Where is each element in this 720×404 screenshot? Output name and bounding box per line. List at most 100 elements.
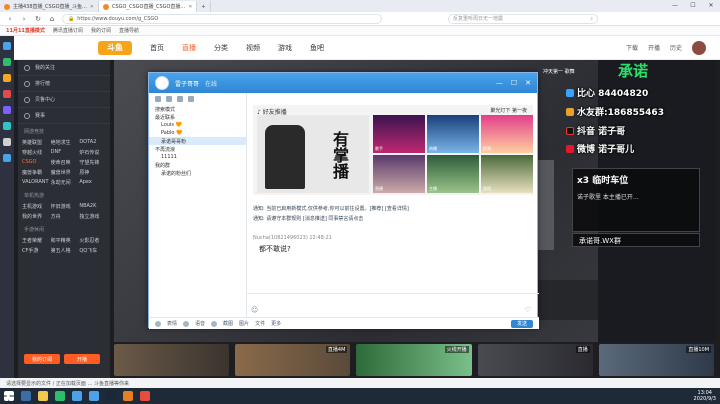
search-input[interactable]: 反复重听周日无一地震 ⌕: [448, 13, 598, 24]
category-link[interactable]: 守望先锋: [79, 159, 106, 166]
voice-icon[interactable]: [183, 320, 190, 327]
banner-thumb[interactable]: 游戏: [481, 155, 533, 193]
new-tab-button[interactable]: +: [197, 1, 211, 12]
app-icon[interactable]: [3, 154, 11, 162]
stream-thumb[interactable]: 直播10M: [598, 344, 715, 376]
avatar[interactable]: [692, 40, 706, 55]
tool-label[interactable]: 图片: [239, 320, 249, 327]
category-link[interactable]: 魔兽世界: [51, 169, 78, 176]
emoji-icon[interactable]: [155, 320, 161, 327]
banner-thumb[interactable]: 直播: [373, 155, 425, 193]
sidebar-item-follow[interactable]: 我的关注: [18, 60, 110, 76]
tool-label[interactable]: 文件: [255, 320, 265, 327]
tool-label[interactable]: 更多: [271, 320, 281, 327]
system-clock[interactable]: 13:04 2020/9/3: [694, 390, 716, 402]
history-link[interactable]: 历史: [670, 43, 682, 52]
stream-thumb[interactable]: 直播4M: [235, 344, 351, 376]
category-link[interactable]: QQ飞车: [79, 247, 106, 254]
qq-icon[interactable]: [89, 391, 99, 401]
contact-node[interactable]: 11111: [149, 153, 246, 161]
contact-icon[interactable]: [155, 96, 161, 102]
contact-node[interactable]: 不再流浪: [149, 145, 246, 153]
message-icon[interactable]: [177, 96, 183, 102]
tool-label[interactable]: 语音: [195, 320, 205, 327]
app-icon[interactable]: [3, 138, 11, 146]
category-link[interactable]: 炉石传说: [79, 149, 106, 156]
category-link[interactable]: 火影忍者: [79, 237, 106, 244]
category-link[interactable]: DOTA2: [79, 139, 106, 146]
nav-category[interactable]: 分类: [214, 43, 228, 53]
nav-home[interactable]: 首页: [150, 43, 164, 53]
app-icon[interactable]: [3, 74, 11, 82]
app-icon[interactable]: [3, 58, 11, 66]
download-link[interactable]: 下载: [626, 43, 638, 52]
contact-node[interactable]: Pablo 🧡: [149, 129, 246, 137]
send-button[interactable]: 发送: [511, 319, 533, 328]
bookmark-item[interactable]: 我的订阅: [91, 27, 111, 34]
wechat-icon[interactable]: [55, 391, 65, 401]
start-live-button[interactable]: 开播: [64, 354, 100, 364]
category-link[interactable]: CF手游: [22, 247, 49, 254]
category-link[interactable]: 方舟: [51, 213, 78, 220]
maximize-icon[interactable]: ☐: [684, 0, 702, 12]
group-icon[interactable]: [166, 96, 172, 102]
app-icon[interactable]: [3, 106, 11, 114]
like-icon[interactable]: ♡: [525, 306, 531, 314]
minimize-icon[interactable]: —: [666, 0, 684, 12]
tool-label[interactable]: 表情: [167, 320, 177, 327]
sidebar-item-rank[interactable]: 排行榜: [18, 76, 110, 92]
app-icon[interactable]: [3, 42, 11, 50]
category-link[interactable]: 英雄联盟: [22, 139, 49, 146]
category-link[interactable]: 原神: [79, 169, 106, 176]
stream-thumb[interactable]: 直播: [477, 344, 593, 376]
douyu-logo[interactable]: 斗鱼: [98, 40, 132, 55]
category-link[interactable]: 永劫无间: [51, 179, 78, 186]
banner-main-image[interactable]: 有掌播: [257, 115, 369, 193]
category-link[interactable]: 第五人格: [51, 247, 78, 254]
back-icon[interactable]: ‹: [6, 15, 14, 23]
emoji-icon[interactable]: ☺: [251, 306, 258, 314]
category-link[interactable]: 和平精英: [51, 237, 78, 244]
banner-thumb[interactable]: 热播: [427, 115, 479, 153]
nav-video[interactable]: 视频: [246, 43, 260, 53]
contact-node[interactable]: Louis 🧡: [149, 121, 246, 129]
close-icon[interactable]: ✕: [702, 0, 720, 12]
close-tab-icon[interactable]: ✕: [90, 4, 94, 10]
close-icon[interactable]: ✕: [525, 79, 531, 87]
nav-games[interactable]: 游戏: [278, 43, 292, 53]
contact-node[interactable]: 最近联系: [149, 113, 246, 121]
sidebar-item-center[interactable]: 贝鲁中心: [18, 92, 110, 108]
forward-icon[interactable]: ›: [20, 15, 28, 23]
nav-fishbar[interactable]: 鱼吧: [310, 43, 324, 53]
start-stream-link[interactable]: 开播: [648, 43, 660, 52]
app-icon[interactable]: [3, 122, 11, 130]
app-icon[interactable]: [3, 90, 11, 98]
bookmark-item[interactable]: 直播导航: [119, 27, 139, 34]
banner-thumb[interactable]: 视频: [481, 115, 533, 153]
tool-label[interactable]: 截图: [223, 320, 233, 327]
avatar[interactable]: [155, 76, 169, 90]
category-link[interactable]: 怀旧游戏: [51, 203, 78, 210]
game-icon[interactable]: [123, 391, 133, 401]
minimize-icon[interactable]: —: [496, 79, 503, 87]
category-link[interactable]: 独立游戏: [79, 213, 106, 220]
home-icon[interactable]: ⌂: [48, 15, 56, 23]
browser-icon[interactable]: [72, 391, 82, 401]
sidebar-item-events[interactable]: 赛事: [18, 108, 110, 124]
contact-node-selected[interactable]: 承诺哥哥粉: [149, 137, 246, 145]
stream-thumb[interactable]: 火线开播: [356, 344, 472, 376]
app-icon[interactable]: [140, 391, 150, 401]
contact-node[interactable]: 搜索模式: [149, 105, 246, 113]
banner-thumb[interactable]: 主播: [427, 155, 479, 193]
folder-icon[interactable]: [38, 391, 48, 401]
category-link[interactable]: VALORANT: [22, 179, 49, 186]
my-subscribe-button[interactable]: 我的订阅: [24, 354, 60, 364]
screenshot-icon[interactable]: [211, 320, 218, 327]
browser-tab-2[interactable]: CSGO_CSGO直播_CSGO直播... ✕: [99, 1, 198, 12]
category-link[interactable]: 绝地求生: [51, 139, 78, 146]
browser-tab-1[interactable]: 主播438直播_CSGO直播_斗鱼... ✕: [0, 1, 99, 12]
category-link[interactable]: 穿越火线: [22, 149, 49, 156]
nav-live[interactable]: 直播: [182, 43, 196, 53]
contact-node[interactable]: 承诺的粉丝们: [149, 169, 246, 177]
search-icon[interactable]: ⌕: [590, 16, 593, 22]
